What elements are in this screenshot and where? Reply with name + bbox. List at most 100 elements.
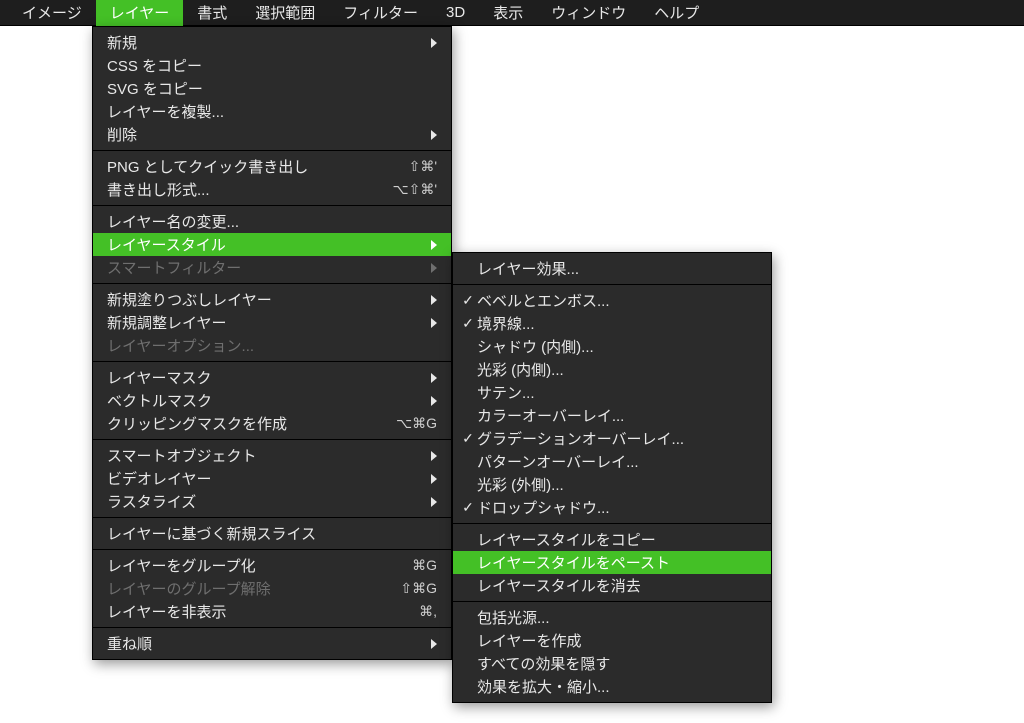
menubar-item-help[interactable]: ヘルプ [640,0,713,26]
menu-item-label: レイヤーのグループ解除 [107,578,388,599]
menu-separator [93,517,451,518]
menu-item-label: レイヤーを複製... [107,101,437,122]
submenu-item-inner-glow[interactable]: 光彩 (内側)... [453,358,771,381]
submenu-item-hide-all-effects[interactable]: すべての効果を隠す [453,652,771,675]
submenu-item-label: パターンオーバーレイ... [477,451,757,472]
menu-item-export-as[interactable]: 書き出し形式... ⌥⇧⌘' [93,178,451,201]
menu-item-new-adjustment-layer[interactable]: 新規調整レイヤー [93,311,451,334]
submenu-item-stroke[interactable]: ✓ 境界線... [453,312,771,335]
menu-item-label: ベクトルマスク [107,390,419,411]
menu-separator [93,627,451,628]
menu-item-delete[interactable]: 削除 [93,123,451,146]
menubar-item-window[interactable]: ウィンドウ [537,0,640,26]
menu-shortcut: ⇧⌘G [400,580,437,597]
menu-item-layer-options: レイヤーオプション... [93,334,451,357]
menu-shortcut: ⇧⌘' [409,158,437,175]
menu-item-video-layer[interactable]: ビデオレイヤー [93,467,451,490]
menubar-item-filter[interactable]: フィルター [329,0,432,26]
menu-item-rasterize[interactable]: ラスタライズ [93,490,451,513]
menubar-item-select[interactable]: 選択範囲 [241,0,329,26]
menu-item-label: スマートフィルター [107,257,419,278]
menu-separator [93,549,451,550]
submenu-item-gradient-overlay[interactable]: ✓ グラデーションオーバーレイ... [453,427,771,450]
menu-separator [93,283,451,284]
submenu-item-scale-effects[interactable]: 効果を拡大・縮小... [453,675,771,698]
submenu-item-label: 光彩 (内側)... [477,359,757,380]
menu-item-new-layer-based-slice[interactable]: レイヤーに基づく新規スライス [93,522,451,545]
menu-separator [453,523,771,524]
submenu-item-copy-layer-style[interactable]: レイヤースタイルをコピー [453,528,771,551]
menu-item-label: クリッピングマスクを作成 [107,413,384,434]
menu-item-ungroup-layers: レイヤーのグループ解除 ⇧⌘G [93,577,451,600]
menu-item-smart-filter: スマートフィルター [93,256,451,279]
submenu-item-label: カラーオーバーレイ... [477,405,757,426]
menu-item-arrange[interactable]: 重ね順 [93,632,451,655]
menu-separator [93,439,451,440]
menu-item-label: 新規塗りつぶしレイヤー [107,289,419,310]
submenu-item-create-layer[interactable]: レイヤーを作成 [453,629,771,652]
submenu-item-label: レイヤースタイルをペースト [477,552,757,573]
menubar-item-view[interactable]: 表示 [479,0,537,26]
menu-item-label: スマートオブジェクト [107,445,419,466]
submenu-item-label: シャドウ (内側)... [477,336,757,357]
menubar-item-type[interactable]: 書式 [183,0,241,26]
menu-separator [93,361,451,362]
submenu-item-label: レイヤースタイルを消去 [477,575,757,596]
submenu-item-clear-layer-style[interactable]: レイヤースタイルを消去 [453,574,771,597]
menu-item-new-fill-layer[interactable]: 新規塗りつぶしレイヤー [93,288,451,311]
menu-item-layer-mask[interactable]: レイヤーマスク [93,366,451,389]
submenu-item-outer-glow[interactable]: 光彩 (外側)... [453,473,771,496]
check-icon: ✓ [459,315,477,332]
menu-item-create-clipping-mask[interactable]: クリッピングマスクを作成 ⌥⌘G [93,412,451,435]
menu-item-label: ビデオレイヤー [107,468,419,489]
submenu-item-paste-layer-style[interactable]: レイヤースタイルをペースト [453,551,771,574]
menu-item-label: ラスタライズ [107,491,419,512]
submenu-arrow-icon [431,474,437,484]
check-icon: ✓ [459,292,477,309]
menubar-item-3d[interactable]: 3D [432,1,479,24]
menu-item-rename-layer[interactable]: レイヤー名の変更... [93,210,451,233]
menu-item-copy-svg[interactable]: SVG をコピー [93,77,451,100]
layer-style-submenu: レイヤー効果... ✓ ベベルとエンボス... ✓ 境界線... シャドウ (内… [452,252,772,703]
menu-item-copy-css[interactable]: CSS をコピー [93,54,451,77]
submenu-arrow-icon [431,38,437,48]
menu-shortcut: ⌘, [419,603,437,620]
menu-item-new[interactable]: 新規 [93,31,451,54]
menu-item-duplicate-layer[interactable]: レイヤーを複製... [93,100,451,123]
layer-menu-dropdown: 新規 CSS をコピー SVG をコピー レイヤーを複製... 削除 PNG と… [92,26,452,660]
menubar: イメージ レイヤー 書式 選択範囲 フィルター 3D 表示 ウィンドウ ヘルプ [0,0,1024,26]
submenu-item-drop-shadow[interactable]: ✓ ドロップシャドウ... [453,496,771,519]
submenu-arrow-icon [431,240,437,250]
submenu-item-label: レイヤーを作成 [477,630,757,651]
menu-shortcut: ⌥⌘G [396,415,437,432]
submenu-item-layer-effects[interactable]: レイヤー効果... [453,257,771,280]
menu-item-label: レイヤーに基づく新規スライス [107,523,437,544]
check-icon: ✓ [459,499,477,516]
menu-item-label: SVG をコピー [107,78,437,99]
submenu-item-bevel-emboss[interactable]: ✓ ベベルとエンボス... [453,289,771,312]
menu-item-layer-style[interactable]: レイヤースタイル [93,233,451,256]
check-icon: ✓ [459,430,477,447]
submenu-item-inner-shadow[interactable]: シャドウ (内側)... [453,335,771,358]
menu-item-group-layers[interactable]: レイヤーをグループ化 ⌘G [93,554,451,577]
submenu-item-label: 光彩 (外側)... [477,474,757,495]
menu-item-hide-layer[interactable]: レイヤーを非表示 ⌘, [93,600,451,623]
menu-separator [93,205,451,206]
submenu-arrow-icon [431,497,437,507]
menubar-item-image[interactable]: イメージ [8,0,96,26]
submenu-item-label: レイヤー効果... [477,258,757,279]
submenu-item-pattern-overlay[interactable]: パターンオーバーレイ... [453,450,771,473]
submenu-item-label: レイヤースタイルをコピー [477,529,757,550]
menu-item-vector-mask[interactable]: ベクトルマスク [93,389,451,412]
submenu-item-global-light[interactable]: 包括光源... [453,606,771,629]
menu-item-label: 削除 [107,124,419,145]
menubar-item-layer[interactable]: レイヤー [96,0,184,26]
menu-item-label: レイヤー名の変更... [107,211,437,232]
submenu-arrow-icon [431,639,437,649]
menu-item-smart-object[interactable]: スマートオブジェクト [93,444,451,467]
submenu-item-satin[interactable]: サテン... [453,381,771,404]
menu-item-quick-export-png[interactable]: PNG としてクイック書き出し ⇧⌘' [93,155,451,178]
submenu-item-label: すべての効果を隠す [477,653,757,674]
submenu-arrow-icon [431,451,437,461]
submenu-item-color-overlay[interactable]: カラーオーバーレイ... [453,404,771,427]
